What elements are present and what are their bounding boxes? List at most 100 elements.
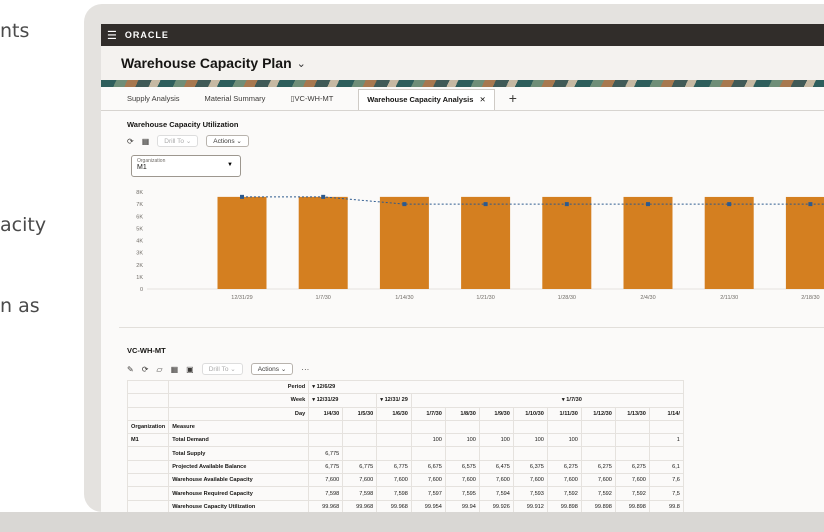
value-cell[interactable]: 7,598 <box>308 486 344 501</box>
empty-cell <box>126 379 170 395</box>
value-cell[interactable]: 7,600 <box>512 473 548 488</box>
value-cell[interactable]: 7,598 <box>376 486 412 501</box>
value-cell[interactable]: 99.968 <box>376 499 412 512</box>
value-cell[interactable]: 99.94 <box>444 499 480 512</box>
value-cell[interactable]: 7,5 <box>648 486 684 501</box>
week-value[interactable]: ▾ 12/31/ 29 <box>376 393 412 408</box>
value-cell[interactable] <box>614 446 650 461</box>
value-cell[interactable] <box>376 433 412 448</box>
value-cell[interactable]: 100 <box>444 433 480 448</box>
value-cell[interactable]: 7,600 <box>546 473 582 488</box>
value-cell[interactable]: 6,275 <box>580 459 616 475</box>
value-cell[interactable]: 1 <box>648 433 684 448</box>
add-tab-icon[interactable]: + <box>509 90 517 110</box>
tab-warehouse-capacity-analysis[interactable]: Warehouse Capacity Analysis ✕ <box>358 89 495 110</box>
tab-vc-wh-mt[interactable]: ▯VC-WH-MT <box>290 94 348 110</box>
value-cell[interactable] <box>580 433 616 448</box>
value-cell[interactable]: 7,597 <box>410 486 446 501</box>
refresh-icon[interactable]: ⟳ <box>127 137 134 146</box>
value-cell[interactable] <box>648 446 684 461</box>
value-cell[interactable]: 7,592 <box>614 486 650 501</box>
value-cell[interactable]: 99.912 <box>512 499 548 512</box>
y-tick-label: 6K <box>136 214 143 220</box>
value-cell[interactable]: 99.968 <box>308 499 344 512</box>
period-value[interactable]: ▾ 12/6/29 <box>308 379 684 395</box>
value-cell[interactable]: 7,600 <box>614 473 650 488</box>
value-cell[interactable]: 7,600 <box>308 473 344 488</box>
value-cell[interactable]: 7,594 <box>478 486 514 501</box>
save-icon[interactable]: ▣ <box>186 365 194 374</box>
value-cell[interactable] <box>342 433 378 448</box>
value-cell[interactable]: 99.898 <box>546 499 582 512</box>
value-cell[interactable]: 100 <box>546 433 582 448</box>
value-cell[interactable]: 100 <box>478 433 514 448</box>
value-cell[interactable]: 6,275 <box>614 459 650 475</box>
y-tick-label: 3K <box>136 251 143 257</box>
value-cell[interactable]: 7,600 <box>376 473 412 488</box>
edit-icon[interactable]: ✎ <box>127 365 134 374</box>
actions-button[interactable]: Actions ⌄ <box>206 135 249 147</box>
value-cell[interactable]: 7,600 <box>580 473 616 488</box>
value-cell[interactable]: 6,575 <box>444 459 480 475</box>
tab-supply-analysis[interactable]: Supply Analysis <box>127 94 195 110</box>
value-cell[interactable]: 99.968 <box>342 499 378 512</box>
value-cell[interactable]: 99.898 <box>580 499 616 512</box>
chevron-down-icon[interactable]: ⌄ <box>297 57 306 70</box>
refresh-icon[interactable]: ⟳ <box>142 365 149 374</box>
value-cell[interactable]: 7,6 <box>648 473 684 488</box>
table-row: Total Supply 6,775 <box>126 446 684 461</box>
day-column-header: 1/4/30 <box>308 406 344 421</box>
value-cell[interactable]: 7,598 <box>342 486 378 501</box>
value-cell[interactable]: 6,475 <box>478 459 514 475</box>
value-cell[interactable] <box>512 446 548 461</box>
value-cell[interactable] <box>342 446 378 461</box>
value-cell[interactable]: 7,600 <box>342 473 378 488</box>
value-cell[interactable]: 7,592 <box>546 486 582 501</box>
table-view-icon[interactable]: ▦ <box>171 365 179 374</box>
week-value[interactable]: ▾ 12/31/29 <box>308 393 378 408</box>
oracle-logo: ORACLE <box>124 30 169 40</box>
drill-to-button[interactable]: Drill To ⌄ <box>157 135 199 147</box>
value-cell[interactable]: 99.926 <box>478 499 514 512</box>
value-cell[interactable]: 7,592 <box>580 486 616 501</box>
value-cell[interactable]: 7,595 <box>444 486 480 501</box>
week-value[interactable]: ▾ 1/7/30 <box>410 393 684 408</box>
value-cell[interactable] <box>546 446 582 461</box>
organization-select[interactable]: Organization M1 ▼ <box>131 155 241 177</box>
table-view-icon[interactable]: ▦ <box>142 137 150 146</box>
value-cell[interactable]: 7,593 <box>512 486 548 501</box>
value-cell[interactable]: 6,775 <box>308 446 344 461</box>
value-cell[interactable]: 7,600 <box>478 473 514 488</box>
value-cell[interactable]: 100 <box>410 433 446 448</box>
value-cell[interactable] <box>410 446 446 461</box>
value-cell[interactable]: 7,600 <box>410 473 446 488</box>
value-cell[interactable]: 6,375 <box>512 459 548 475</box>
y-tick-label: 1K <box>136 275 143 281</box>
value-cell[interactable] <box>444 446 480 461</box>
value-cell[interactable]: 6,1 <box>648 459 684 475</box>
value-cell[interactable]: 99.8 <box>648 499 684 512</box>
export-icon[interactable]: ▱ <box>156 365 162 374</box>
value-cell[interactable]: 6,775 <box>308 459 344 475</box>
table-section-title: VC-WH-MT <box>127 346 166 355</box>
more-options-icon[interactable]: ··· <box>301 365 309 374</box>
drill-to-button[interactable]: Drill To ⌄ <box>201 363 243 375</box>
value-cell[interactable]: 6,775 <box>342 459 378 475</box>
value-cell[interactable]: 100 <box>512 433 548 448</box>
value-cell[interactable] <box>614 433 650 448</box>
value-cell[interactable] <box>376 446 412 461</box>
value-cell[interactable]: 99.898 <box>614 499 650 512</box>
column-header-row: Organization Measure <box>126 419 684 435</box>
value-cell[interactable]: 99.954 <box>410 499 446 512</box>
value-cell[interactable] <box>308 433 344 448</box>
tab-material-summary[interactable]: Material Summary <box>205 94 281 110</box>
value-cell[interactable]: 6,775 <box>376 459 412 475</box>
value-cell[interactable]: 7,600 <box>444 473 480 488</box>
close-icon[interactable]: ✕ <box>479 95 485 104</box>
value-cell[interactable] <box>580 446 616 461</box>
value-cell[interactable]: 6,275 <box>546 459 582 475</box>
actions-button[interactable]: Actions ⌄ <box>250 363 294 375</box>
hamburger-menu-icon[interactable]: ☰ <box>107 29 117 42</box>
value-cell[interactable] <box>478 446 514 461</box>
value-cell[interactable]: 6,675 <box>410 459 446 475</box>
